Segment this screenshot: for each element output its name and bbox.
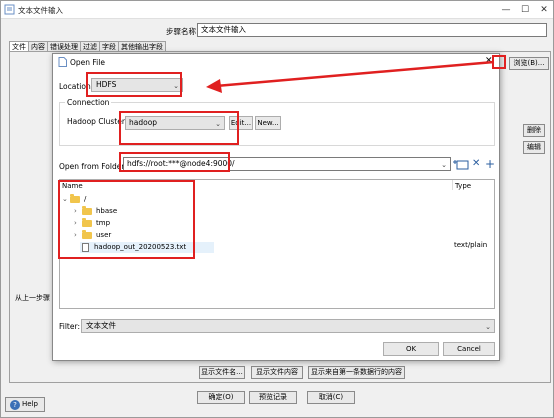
delete-icon[interactable]: ✕: [472, 158, 480, 170]
chevron-down-icon: ⌄: [441, 161, 447, 169]
open-from-folder-label: Open from Folder:: [59, 162, 127, 171]
hadoop-cluster-label: Hadoop Cluster:: [67, 117, 128, 126]
filter-label: Filter:: [59, 322, 80, 331]
tree-row-user[interactable]: › user: [60, 230, 450, 241]
chevron-down-icon: ⌄: [485, 323, 491, 331]
text-file-icon: [82, 243, 89, 252]
step-name-input[interactable]: 文本文件输入: [197, 23, 547, 37]
name-column-header[interactable]: Name: [62, 182, 83, 190]
window-titlebar: 文本文件输入 — ☐ ✕: [1, 1, 553, 19]
folder-icon: [82, 230, 92, 239]
edit-cluster-button[interactable]: Edit...: [229, 116, 253, 130]
chevron-right-icon[interactable]: ›: [74, 218, 77, 229]
folder-path-input[interactable]: hdfs://root:***@node4:9000/ ⌄: [123, 157, 451, 171]
folder-icon: [70, 194, 80, 203]
location-select[interactable]: HDFS ⌄: [91, 78, 183, 92]
tree-item-label: hadoop_out_20200523.txt: [94, 243, 187, 251]
file-type-value: text/plain: [454, 241, 488, 249]
folder-icon: [82, 218, 92, 227]
chevron-down-icon: ⌄: [215, 120, 221, 128]
location-label: Location:: [59, 82, 94, 91]
help-icon: ?: [10, 400, 20, 410]
dialog-cancel-button[interactable]: Cancel: [443, 342, 495, 356]
help-button[interactable]: ? Help: [5, 397, 45, 412]
minimize-icon[interactable]: —: [499, 3, 513, 17]
tree-row-file[interactable]: hadoop_out_20200523.txt: [80, 242, 214, 253]
tree-row-tmp[interactable]: › tmp: [60, 218, 450, 229]
folder-icon: [82, 206, 92, 215]
app-icon: [4, 4, 15, 15]
connection-legend: Connection: [65, 98, 112, 107]
close-icon[interactable]: ✕: [537, 3, 551, 17]
help-label: Help: [22, 400, 38, 408]
show-first-row-content-button[interactable]: 显示来自第一条数据行的内容: [308, 366, 405, 379]
cancel-button[interactable]: 取消(C): [307, 391, 355, 404]
new-folder-icon[interactable]: [453, 158, 469, 170]
filter-select[interactable]: 文本文件 ⌄: [81, 319, 495, 333]
hadoop-cluster-select[interactable]: hadoop ⌄: [125, 116, 225, 130]
show-filenames-button[interactable]: 显示文件名...: [199, 366, 245, 379]
window-title: 文本文件输入: [18, 6, 63, 15]
delete-button[interactable]: 删除: [523, 124, 545, 137]
tree-item-label: user: [96, 231, 112, 239]
tree-item-label: /: [84, 195, 87, 203]
column-divider: [452, 180, 453, 190]
file-browser-list: Name Type ⌄ / › hbase › tmp › user hadoo…: [59, 179, 495, 309]
tree-item-label: hbase: [96, 207, 118, 215]
annotation-arrow: [206, 60, 495, 93]
chevron-right-icon[interactable]: ›: [74, 206, 77, 217]
step-name-label: 步骤名称: [166, 27, 196, 36]
from-previous-step-label: 从上一步骤: [15, 294, 50, 302]
maximize-icon[interactable]: ☐: [518, 3, 532, 17]
edit-button[interactable]: 编辑: [523, 141, 545, 154]
type-column-header[interactable]: Type: [455, 182, 471, 190]
tree-row-hbase[interactable]: › hbase: [60, 206, 450, 217]
ok-button[interactable]: 确定(O): [197, 391, 245, 404]
filter-value: 文本文件: [86, 321, 116, 330]
open-file-dialog: Open File ✕ Location: HDFS ⌄ Connection …: [52, 53, 500, 361]
hadoop-cluster-value: hadoop: [129, 118, 158, 127]
file-icon: [58, 57, 67, 67]
browse-button[interactable]: 浏览(B)...: [509, 57, 549, 70]
location-value: HDFS: [96, 80, 117, 89]
tree-row-root[interactable]: ⌄ /: [60, 194, 450, 205]
add-icon[interactable]: +: [485, 158, 495, 170]
folder-path-value: hdfs://root:***@node4:9000/: [127, 159, 235, 168]
dialog-title: Open File: [70, 58, 105, 67]
chevron-down-icon[interactable]: ⌄: [62, 194, 68, 205]
chevron-down-icon: ⌄: [173, 82, 179, 90]
dialog-ok-button[interactable]: OK: [383, 342, 439, 356]
show-file-content-button[interactable]: 显示文件内容: [251, 366, 303, 379]
preview-button[interactable]: 预览记录: [249, 391, 297, 404]
chevron-right-icon[interactable]: ›: [74, 230, 77, 241]
tree-item-label: tmp: [96, 219, 111, 227]
new-cluster-button[interactable]: New...: [255, 116, 281, 130]
